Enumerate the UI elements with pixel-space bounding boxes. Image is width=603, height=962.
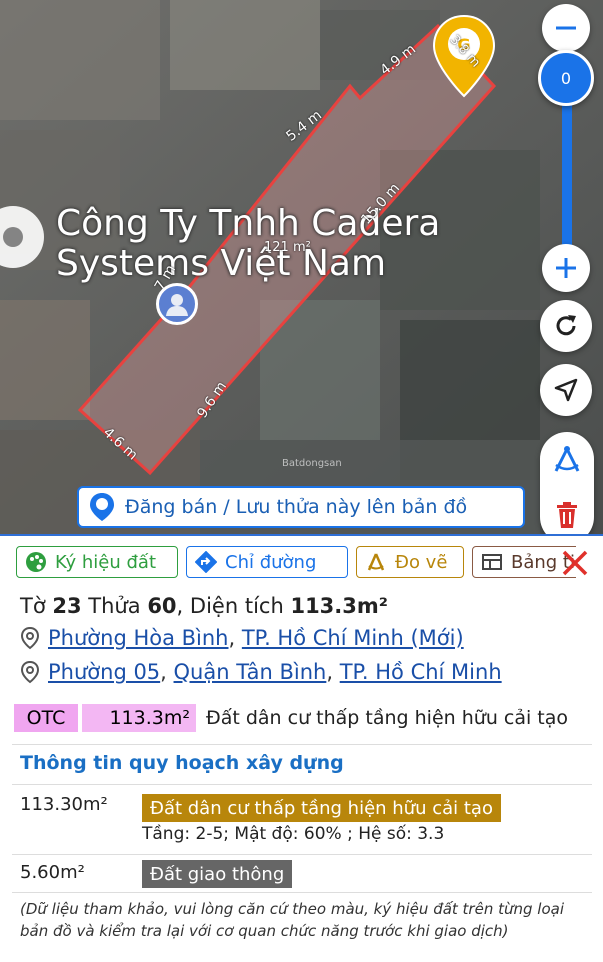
close-button[interactable] — [558, 546, 592, 580]
tab-land-symbols[interactable]: Ký hiệu đất — [16, 546, 178, 578]
sheet-number: 23 — [52, 594, 82, 618]
zoom-level-knob[interactable]: 0 — [538, 50, 594, 106]
area-value: 113.3m² — [290, 594, 388, 618]
comma: , — [176, 594, 184, 618]
map-view[interactable]: Công Ty Tnhh Cadera Systems Việt Nam 4.9… — [0, 0, 603, 540]
disclaimer-note: (Dữ liệu tham khảo, vui lòng căn cứ theo… — [20, 900, 564, 940]
poi-label: Công Ty Tnhh Cadera Systems Việt Nam — [56, 204, 440, 284]
drawing-tools — [540, 432, 594, 540]
ward-link[interactable]: Phường 05 — [48, 660, 160, 684]
district-link[interactable]: Quận Tân Bình — [174, 660, 327, 684]
parcel-heading: Tờ 23 Thửa 60, Diện tích 113.3m² — [20, 594, 388, 618]
poi-dot-icon — [3, 227, 23, 247]
zoom-out-button[interactable] — [542, 4, 590, 52]
minus-icon — [556, 26, 576, 30]
directions-icon — [195, 551, 217, 573]
poi-label-line2: Systems Việt Nam — [56, 243, 387, 284]
divider — [12, 744, 592, 745]
close-icon — [562, 550, 588, 576]
planning-tag: Đất giao thông — [142, 860, 293, 888]
table-icon — [481, 551, 503, 573]
tab-label: Đo vẽ — [395, 551, 448, 573]
avatar[interactable] — [156, 283, 198, 325]
compass-measure-icon — [554, 446, 580, 472]
delete-button[interactable] — [550, 498, 584, 532]
address-new: Phường Hòa Bình, TP. Hồ Chí Minh (Mới) — [20, 626, 464, 650]
refresh-button[interactable] — [540, 300, 592, 352]
planning-details: Tầng: 2-5; Mật độ: 60% ; Hệ số: 3.3 — [142, 824, 445, 844]
planning-title: Thông tin quy hoạch xây dựng — [20, 752, 344, 774]
parcel-info-panel: Ký hiệu đất Chỉ đường Đo vẽ Bảng tin — [0, 534, 603, 962]
locate-button[interactable] — [540, 364, 592, 416]
planning-area: 5.60m² — [20, 862, 85, 883]
address-old: Phường 05, Quận Tân Bình, TP. Hồ Chí Min… — [20, 660, 502, 684]
city-link[interactable]: TP. Hồ Chí Minh (Mới) — [242, 626, 464, 650]
sheet-label: Tờ — [20, 594, 46, 618]
area-label: Diện tích — [189, 594, 284, 618]
tab-label: Chỉ đường — [225, 551, 317, 573]
land-use-code: OTC — [14, 704, 78, 732]
watermark: Batdongsan — [282, 458, 342, 469]
ward-link[interactable]: Phường Hòa Bình — [48, 626, 229, 650]
land-use-description: Đất dân cư thấp tầng hiện hữu cải tạo — [206, 707, 569, 729]
trash-icon — [557, 502, 577, 528]
tab-label: Ký hiệu đất — [55, 551, 156, 573]
zoom-in-button[interactable] — [542, 244, 590, 292]
action-tabs: Ký hiệu đất Chỉ đường Đo vẽ Bảng tin — [16, 546, 576, 580]
map-pin-icon — [90, 493, 114, 521]
palette-icon — [25, 551, 47, 573]
planning-tag: Đất dân cư thấp tầng hiện hữu cải tạo — [142, 794, 501, 822]
city-link[interactable]: TP. Hồ Chí Minh — [340, 660, 502, 684]
tab-directions[interactable]: Chỉ đường — [186, 546, 348, 578]
divider — [12, 854, 592, 855]
tab-measure[interactable]: Đo vẽ — [356, 546, 464, 578]
area-label: 121 m² — [264, 240, 311, 255]
post-listing-button[interactable]: Đăng bán / Lưu thửa này lên bản đồ — [77, 486, 525, 528]
navigation-arrow-icon — [554, 378, 578, 402]
plus-icon — [556, 258, 576, 278]
measure-tool-button[interactable] — [547, 440, 587, 480]
user-icon — [166, 294, 188, 316]
divider — [12, 892, 592, 893]
lot-label: Thửa — [88, 594, 141, 618]
location-pin-icon — [20, 626, 40, 650]
divider — [12, 784, 592, 785]
parcel-marker[interactable]: G 3.8 m — [432, 14, 496, 98]
lot-number: 60 — [147, 594, 177, 618]
post-listing-label: Đăng bán / Lưu thửa này lên bản đồ — [125, 496, 468, 518]
measure-icon — [365, 551, 387, 573]
refresh-icon — [556, 315, 576, 336]
land-use-area: 113.3m² — [82, 704, 196, 732]
planning-area: 113.30m² — [20, 794, 108, 815]
zoom-level: 0 — [560, 68, 572, 88]
location-pin-icon — [20, 660, 40, 684]
